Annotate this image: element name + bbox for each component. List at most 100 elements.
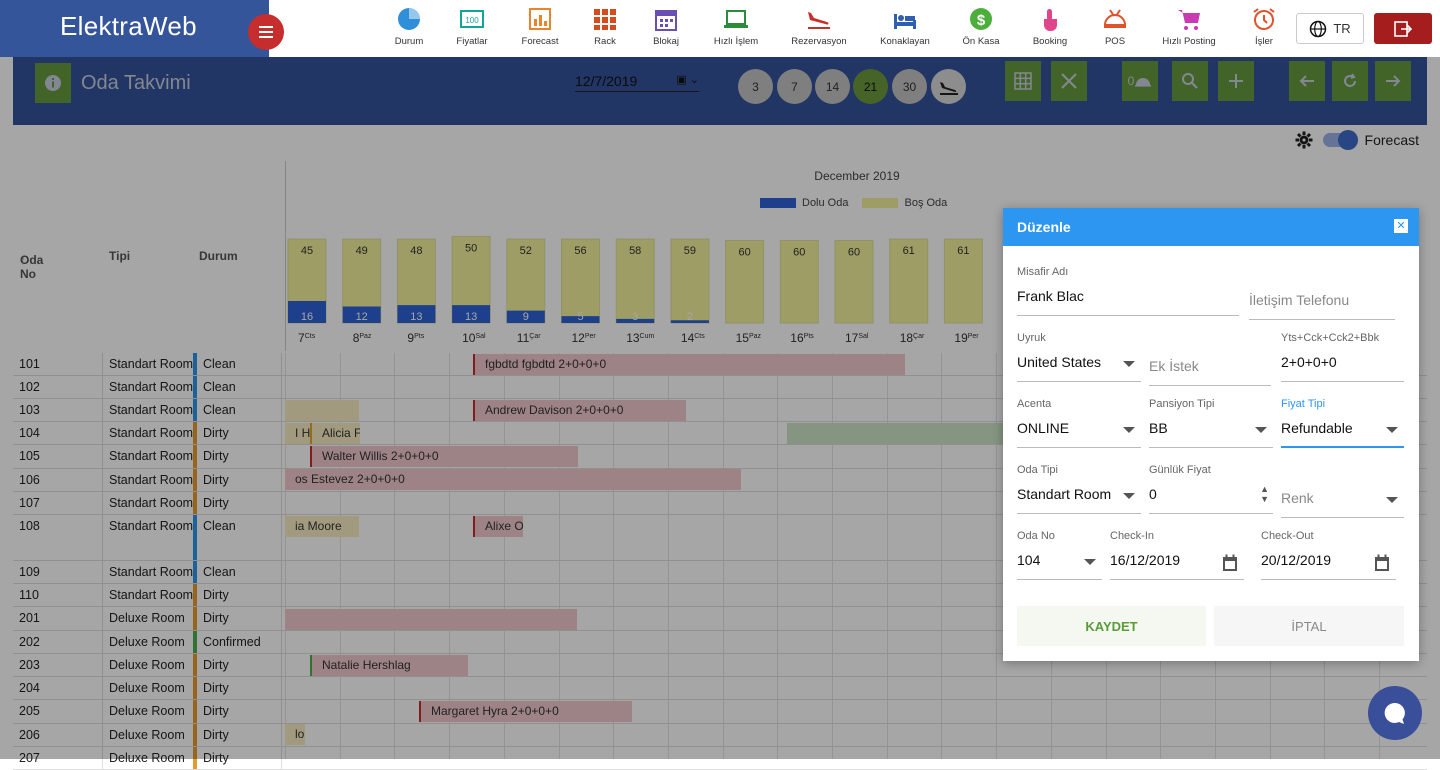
reservation-bar[interactable]: I He — [285, 423, 310, 444]
day-range-3-button[interactable]: 3 — [738, 69, 773, 104]
reservation-bar[interactable]: ia Moore — [285, 516, 359, 537]
agency-select[interactable]: ONLINE — [1017, 420, 1141, 448]
extra-request-input[interactable]: Ek İstek — [1149, 358, 1271, 386]
daily-price-field[interactable]: Günlük Fiyat 0 ▲ ▼ — [1149, 464, 1273, 516]
table-row[interactable]: 205 Deluxe Room Dirty — [13, 700, 1427, 724]
reservation-bar[interactable] — [787, 423, 1003, 444]
checkin-field[interactable]: Check-In 16/12/2019 — [1110, 530, 1244, 582]
room-no-select[interactable]: 104 — [1017, 552, 1102, 580]
label-dolu-12: 5 — [577, 311, 583, 323]
nav-pie-chart[interactable]: Durum — [374, 6, 444, 47]
room-type: Deluxe Room — [109, 751, 185, 765]
room-no-field[interactable]: Oda No 104 — [1017, 530, 1102, 582]
day-range-7-button[interactable]: 7 — [777, 69, 812, 104]
checkout-field[interactable]: Check-Out 20/12/2019 — [1261, 530, 1396, 582]
nationality-select[interactable]: United States — [1017, 354, 1141, 382]
dollar-icon: $ — [970, 8, 992, 30]
board-select[interactable]: BB — [1149, 420, 1273, 448]
guest-name-input[interactable]: Frank Blac — [1017, 288, 1239, 316]
reservation-bar[interactable]: Natalie Hershlag — [310, 655, 468, 676]
add-button[interactable] — [1218, 61, 1254, 101]
reservation-bar[interactable]: Alicia F — [310, 423, 360, 444]
refresh-button[interactable] — [1332, 61, 1368, 101]
checkin-input[interactable]: 16/12/2019 — [1110, 552, 1244, 580]
color-field[interactable]: Renk — [1281, 464, 1404, 518]
nav-touch[interactable]: Booking — [1015, 6, 1085, 47]
nav-grid[interactable]: Rack — [570, 6, 640, 47]
extra-request-field[interactable]: Ek İstek — [1149, 332, 1271, 386]
reservation-bar[interactable]: lon — [285, 724, 305, 745]
cancel-button[interactable]: İPTAL — [1214, 606, 1404, 646]
daily-price-input[interactable]: 0 ▲ ▼ — [1149, 484, 1273, 514]
room-status: Clean — [203, 403, 236, 417]
color-select[interactable]: Renk — [1281, 490, 1404, 518]
table-row[interactable]: 204 Deluxe Room Dirty — [13, 677, 1427, 700]
day-range-30-button[interactable]: 30 — [892, 69, 927, 104]
label-bos-11: 52 — [520, 245, 532, 257]
reservation-bar[interactable]: Margaret Hyra 2+0+0+0 — [419, 701, 632, 722]
header-tipi[interactable]: Tipi — [109, 249, 130, 263]
room-type-field[interactable]: Oda Tipi Standart Room — [1017, 464, 1141, 516]
reservation-bar[interactable]: fgbdtd fgbdtd 2+0+0+0 — [473, 354, 905, 375]
room-status: Clean — [203, 357, 236, 371]
chat-button[interactable] — [1368, 686, 1422, 740]
agency-field[interactable]: Acenta ONLINE — [1017, 398, 1141, 450]
tick-9: 9Pts — [407, 331, 424, 345]
nav-plane-landing[interactable]: Rezervasyon — [784, 6, 854, 47]
reservation-bar[interactable]: Walter Willis 2+0+0+0 — [310, 446, 578, 467]
room-status: Dirty — [203, 588, 229, 602]
chat-icon — [1384, 702, 1405, 724]
room-service-count-button[interactable]: 0 — [1122, 61, 1158, 101]
phone-field[interactable]: İletişim Telefonu — [1249, 266, 1395, 320]
nav-alarm-clock[interactable]: İşler — [1229, 6, 1299, 47]
nav-room-service[interactable]: POS — [1080, 6, 1150, 47]
menu-button[interactable] — [248, 14, 284, 50]
board-field[interactable]: Pansiyon Tipi BB — [1149, 398, 1273, 450]
grid-view-button[interactable] — [1005, 61, 1041, 101]
label-bos-9: 48 — [410, 245, 422, 257]
label-dolu-13: 3 — [632, 311, 638, 323]
nationality-field[interactable]: Uyruk United States — [1017, 332, 1141, 384]
phone-input[interactable]: İletişim Telefonu — [1249, 292, 1395, 320]
rate-type-field[interactable]: Fiyat Tipi Refundable — [1281, 398, 1404, 450]
header-durum[interactable]: Durum — [199, 249, 238, 263]
logout-button[interactable] — [1374, 13, 1432, 44]
nav-price-board[interactable]: 100 Fiyatlar — [437, 6, 507, 47]
table-row[interactable]: 206 Deluxe Room Dirty — [13, 724, 1427, 747]
day-range-21-button[interactable]: 21 — [853, 69, 888, 104]
nav-cart[interactable]: Hızlı Posting — [1154, 6, 1224, 47]
close-icon[interactable]: ✕ — [1394, 219, 1408, 233]
save-button[interactable]: KAYDET — [1017, 606, 1206, 646]
room-no-value: 104 — [1017, 552, 1041, 568]
nav-bed[interactable]: Konaklayan — [870, 6, 940, 47]
reservation-bar[interactable]: Andrew Davison 2+0+0+0 — [473, 400, 686, 421]
pax-input[interactable]: 2+0+0+0 — [1281, 354, 1404, 382]
reservation-bar[interactable]: Alixe Ol — [473, 516, 523, 537]
language-button[interactable]: TR — [1296, 13, 1364, 44]
day-range-14-button[interactable]: 14 — [815, 69, 850, 104]
nav-bar-chart[interactable]: Forecast — [505, 6, 575, 47]
nav-laptop[interactable]: Hızlı İşlem — [701, 6, 771, 47]
forecast-switch[interactable] — [1322, 130, 1358, 150]
gear-icon[interactable] — [1295, 131, 1313, 149]
calendar-icon[interactable] — [1374, 554, 1390, 572]
room-type-select[interactable]: Standart Room — [1017, 486, 1141, 514]
next-button[interactable] — [1375, 61, 1411, 101]
search-button[interactable] — [1172, 61, 1208, 101]
pax-field[interactable]: Yts+Cck+Cck2+Bbk 2+0+0+0 — [1281, 332, 1404, 384]
nav-calendar[interactable]: Blokaj — [631, 6, 701, 47]
stepper-icon[interactable]: ▲ ▼ — [1260, 484, 1269, 504]
nav-dollar[interactable]: $ Ön Kasa — [946, 6, 1016, 47]
calendar-icon[interactable] — [1222, 554, 1238, 572]
info-button[interactable] — [35, 63, 71, 103]
checkout-input[interactable]: 20/12/2019 — [1261, 552, 1396, 580]
restaurant-button[interactable] — [1051, 61, 1087, 101]
reservation-bar[interactable]: os Estevez 2+0+0+0 — [285, 469, 741, 490]
guest-name-field[interactable]: Misafir Adı Frank Blac — [1017, 266, 1239, 318]
rate-type-select[interactable]: Refundable — [1281, 420, 1404, 448]
date-picker[interactable]: 12/7/2019 ▣ ⌄ — [575, 73, 699, 92]
prev-button[interactable] — [1289, 61, 1325, 101]
arrivals-button[interactable] — [931, 69, 966, 104]
reservation-bar[interactable] — [285, 400, 359, 421]
reservation-bar[interactable] — [285, 609, 577, 630]
